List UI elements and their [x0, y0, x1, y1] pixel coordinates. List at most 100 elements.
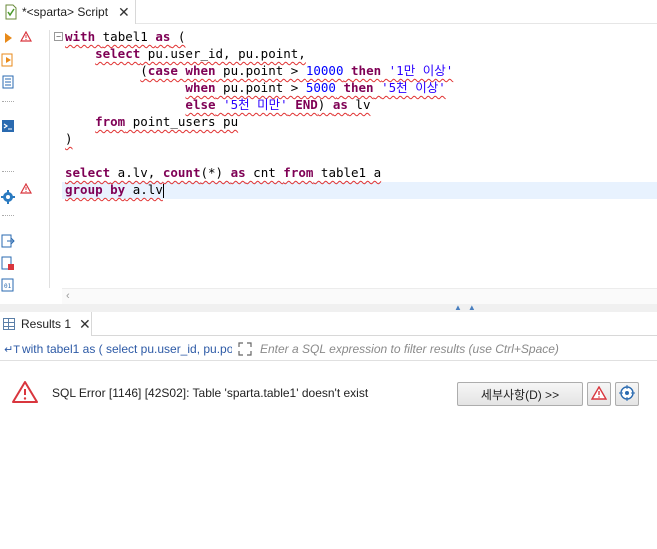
- error-log-icon: [590, 385, 608, 400]
- toolbar-divider: [2, 101, 14, 103]
- code-token: table1 a: [313, 165, 382, 180]
- code-token: as: [332, 97, 348, 112]
- toolbar-divider: [2, 215, 14, 217]
- code-line[interactable]: (case when pu.point > 10000 then '1만 이상': [65, 63, 453, 79]
- splitter-arrows-icon[interactable]: ▲▲: [454, 303, 482, 312]
- editor-tab-sparta-script[interactable]: *<sparta> Script ✕: [0, 0, 136, 24]
- code-line[interactable]: select a.lv, count(*) as cnt from table1…: [65, 165, 381, 181]
- error-log-button[interactable]: [587, 382, 611, 406]
- code-token: (: [140, 63, 148, 78]
- code-line[interactable]: when pu.point > 5000 then '5천 이상': [65, 80, 446, 96]
- results-body: SQL Error [1146] [42S02]: Table 'sparta.…: [0, 362, 657, 549]
- explain-plan-icon[interactable]: [1, 75, 15, 89]
- settings-gear-icon[interactable]: [1, 190, 15, 204]
- marker-ruler: [17, 24, 33, 288]
- sql-script-icon: [4, 4, 18, 20]
- scroll-left-icon[interactable]: ‹: [66, 290, 70, 302]
- code-token: a.lv,: [110, 165, 163, 180]
- code-token: 5000: [305, 80, 336, 95]
- error-triangle-icon: [11, 380, 39, 404]
- code-token: as: [230, 165, 246, 180]
- file-error-icon[interactable]: [1, 256, 15, 270]
- code-token: from: [283, 165, 314, 180]
- code-token: from: [95, 114, 126, 129]
- code-token: pu.point >: [215, 80, 306, 95]
- code-token: point_users pu: [125, 114, 239, 129]
- code-token: select: [65, 165, 111, 180]
- code-token: '1만 이상': [388, 63, 454, 78]
- editor-side-toolbar: 01: [0, 24, 17, 304]
- code-token: '5천 미만': [223, 97, 288, 112]
- error-message: SQL Error [1146] [42S02]: Table 'sparta.…: [52, 386, 369, 400]
- code-token: pu.point >: [215, 63, 306, 78]
- svg-text:01: 01: [4, 283, 12, 290]
- code-token: lv: [347, 97, 371, 112]
- results-tab-label: Results 1: [21, 317, 72, 331]
- code-token: when: [185, 80, 216, 95]
- target-button[interactable]: [615, 382, 639, 406]
- code-token: with: [65, 29, 103, 44]
- code-token: ): [317, 97, 333, 112]
- code-token: (*): [200, 165, 231, 180]
- horizontal-scrollbar[interactable]: ‹: [62, 288, 657, 304]
- results-tab-bar: Results 1 ✕: [0, 312, 657, 336]
- code-token: group by: [65, 182, 126, 197]
- warning-icon[interactable]: [19, 30, 33, 42]
- code-token: 10000: [305, 63, 344, 78]
- sql-editor[interactable]: with tabel1 as ( select pu.user_id, pu.p…: [62, 28, 657, 288]
- panel-splitter[interactable]: [0, 304, 657, 312]
- query-text-link[interactable]: ↵T with tabel1 as ( select pu.user_id, pu…: [4, 337, 232, 361]
- code-token: case when: [147, 63, 216, 78]
- code-token: '5천 이상': [381, 80, 446, 95]
- code-token: tabel1: [102, 29, 156, 44]
- code-token: cnt: [245, 165, 284, 180]
- code-line[interactable]: from point_users pu: [65, 114, 238, 130]
- export-icon[interactable]: [1, 234, 15, 248]
- query-text: with tabel1 as ( select pu.user_id, pu.p…: [21, 342, 232, 356]
- code-token: ): [65, 131, 73, 146]
- execute-script-icon[interactable]: [1, 53, 15, 67]
- code-token: then: [343, 80, 374, 95]
- code-line[interactable]: group by a.lv: [65, 182, 164, 198]
- output-console-icon[interactable]: [1, 119, 15, 133]
- target-icon: [619, 384, 635, 401]
- code-line[interactable]: select pu.user_id, pu.point,: [65, 46, 306, 62]
- text-caret: [162, 183, 164, 198]
- line-number-ruler: [33, 24, 47, 288]
- close-icon[interactable]: ✕: [118, 4, 130, 21]
- editor-tab-label: *<sparta> Script: [22, 5, 109, 19]
- fold-guide: [49, 30, 50, 288]
- code-token: then: [351, 63, 382, 78]
- filter-expression-input[interactable]: [258, 339, 657, 359]
- code-line[interactable]: else '5천 미만' END) as lv: [65, 97, 370, 113]
- tab-results-1[interactable]: Results 1 ✕: [0, 312, 92, 336]
- code-line[interactable]: ): [65, 131, 73, 147]
- code-token: else: [185, 97, 216, 112]
- close-icon[interactable]: ✕: [79, 316, 91, 333]
- query-prefix: ↵T: [4, 344, 20, 356]
- editor-tab-bar: *<sparta> Script ✕: [0, 0, 657, 24]
- file-binary-icon[interactable]: 01: [1, 278, 15, 292]
- code-token: count: [162, 165, 201, 180]
- results-grid-icon: [3, 318, 15, 330]
- code-token: a.lv: [125, 182, 163, 197]
- results-filter-bar: ↵T with tabel1 as ( select pu.user_id, pu…: [0, 337, 657, 361]
- toolbar-divider: [2, 171, 14, 173]
- code-line[interactable]: with tabel1 as (: [65, 29, 185, 45]
- warning-icon[interactable]: [19, 182, 33, 194]
- details-button[interactable]: 세부사항(D) >>: [457, 382, 583, 406]
- execute-statement-icon[interactable]: [1, 31, 15, 45]
- code-token: select: [95, 46, 141, 61]
- expand-fullscreen-icon[interactable]: [238, 342, 252, 356]
- code-token: as: [155, 29, 171, 44]
- code-token: END: [295, 97, 318, 112]
